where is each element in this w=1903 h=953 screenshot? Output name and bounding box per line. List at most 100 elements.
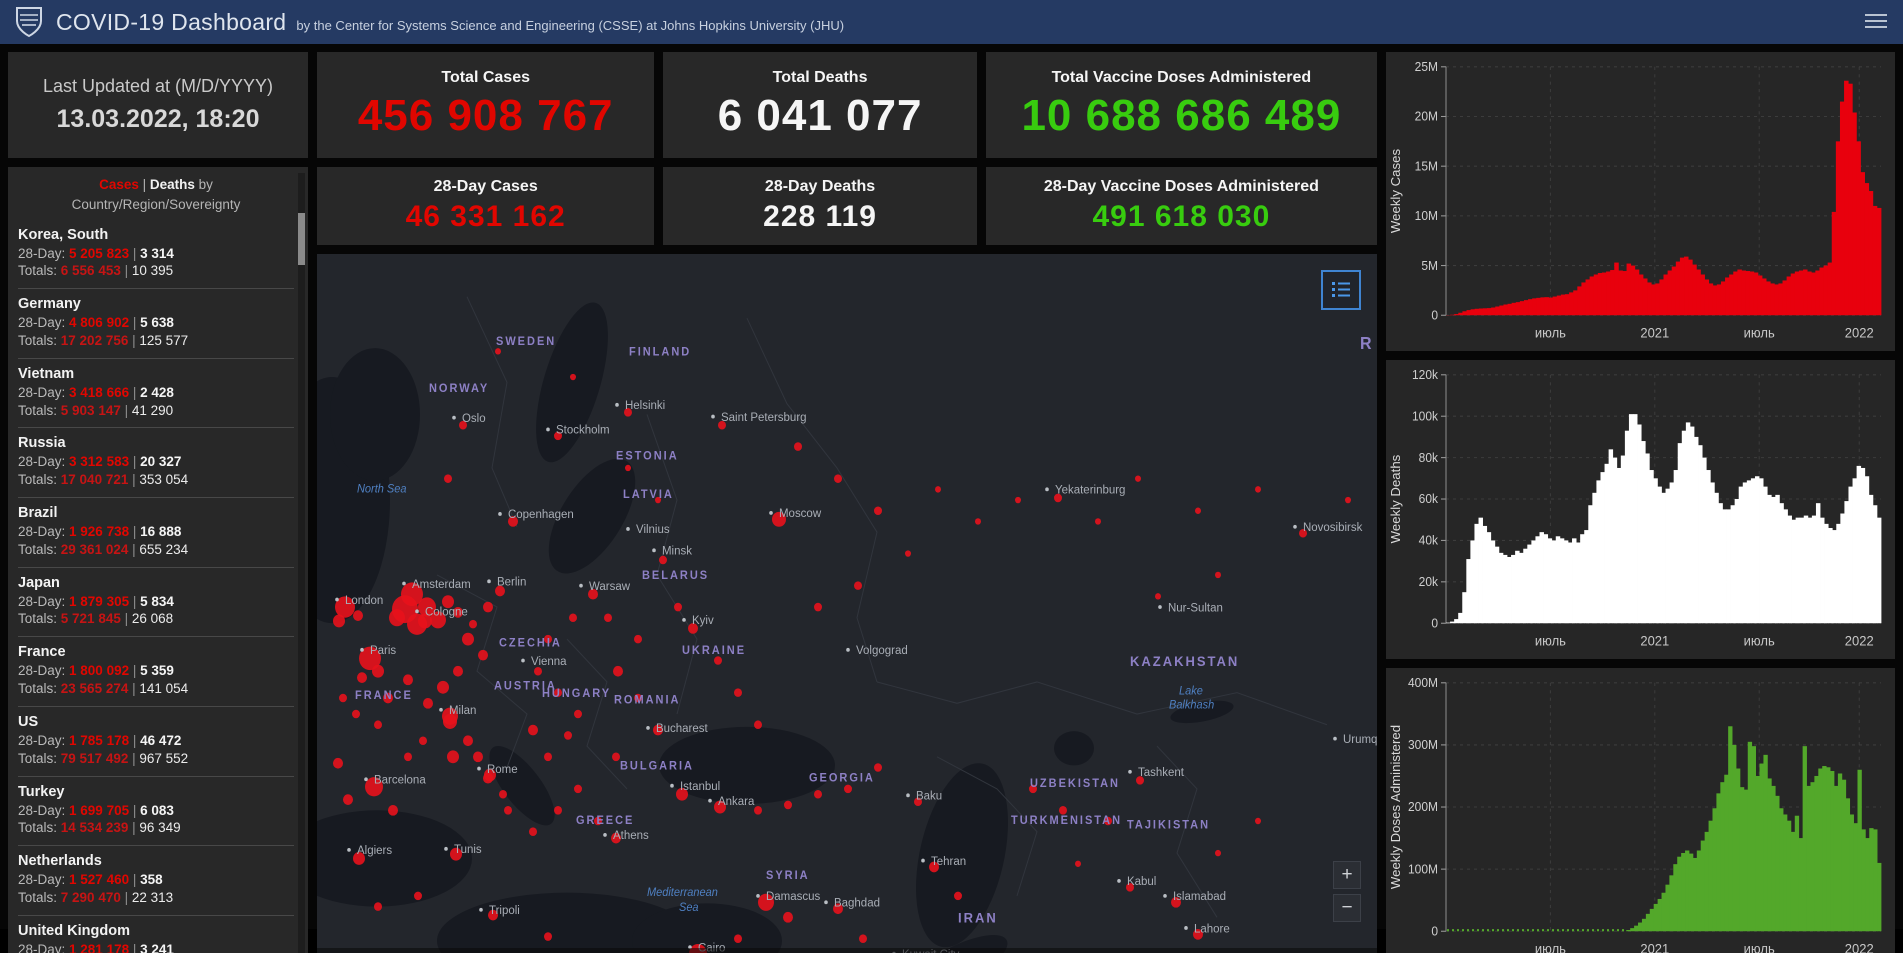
country-28day-line: 28-Day: 1 785 178 | 46 472 — [18, 732, 182, 748]
bar — [1729, 274, 1734, 316]
city-label: Islamabad — [1173, 889, 1226, 903]
weekly-cases-chart[interactable]: 0 5M 10M 15M 20M 25M июль 2021 июль 2022 Weekly Ca… — [1386, 52, 1895, 352]
bar — [1482, 526, 1488, 624]
list-item[interactable]: Japan 28-Day: 1 879 305 | 5 834 Totals: 5 … — [18, 568, 294, 638]
list-item[interactable]: US 28-Day: 1 785 178 | 46 472 Totals: 79 5… — [18, 707, 294, 777]
bar — [1794, 271, 1800, 316]
case-bubble — [388, 804, 398, 816]
water-label: Balkhash — [1169, 699, 1214, 711]
bar — [1860, 172, 1865, 316]
city-label: Athens — [613, 828, 649, 842]
bar — [1498, 553, 1504, 624]
country-totals-line: Totals: 29 361 024 | 655 234 — [18, 541, 189, 557]
bar — [1790, 832, 1796, 932]
list-item[interactable]: Korea, South 28-Day: 5 205 823 | 3 314 Tot… — [18, 220, 294, 290]
list-item[interactable]: France 28-Day: 1 800 092 | 5 359 Totals: 2… — [18, 637, 294, 707]
total-cases-value: 456 908 767 — [357, 91, 614, 140]
list-item[interactable]: Brazil 28-Day: 1 926 738 | 16 888 Totals: … — [18, 498, 294, 568]
bar — [1787, 515, 1792, 624]
city-dot — [479, 907, 483, 912]
list-item[interactable]: Vietnam 28-Day: 3 418 666 | 2 428 Totals: … — [18, 359, 294, 429]
bar — [1720, 782, 1725, 932]
bar — [1527, 544, 1532, 624]
city-dot — [1163, 893, 1167, 898]
list-item[interactable]: Netherlands 28-Day: 1 527 460 | 358 Totals… — [18, 846, 294, 916]
map-panel[interactable]: Oslo Helsinki Saint Petersburg Stockholm Mos… — [317, 254, 1377, 953]
list-item[interactable]: United Kingdom 28-Day: 1 281 178 | 3 241 — [18, 916, 294, 953]
map-canvas[interactable]: Oslo Helsinki Saint Petersburg Stockholm Mos… — [317, 254, 1377, 953]
bar — [1696, 269, 1701, 316]
bar — [1746, 480, 1752, 624]
city-label: Damascus — [766, 889, 820, 903]
bar — [1783, 509, 1788, 624]
zoom-out-button[interactable]: − — [1333, 893, 1361, 922]
city-dot — [1293, 524, 1297, 529]
case-bubble — [444, 474, 452, 483]
bar — [1849, 814, 1854, 932]
list-item[interactable]: Germany 28-Day: 4 806 902 | 5 638 Totals: … — [18, 289, 294, 359]
bar — [1734, 499, 1740, 624]
list-item[interactable]: Turkey 28-Day: 1 699 705 | 6 083 Totals: 1… — [18, 777, 294, 847]
bar — [1845, 798, 1851, 932]
case-bubble — [473, 751, 483, 763]
bar — [1706, 470, 1711, 624]
city-dot — [603, 832, 607, 837]
city-label: Warsaw — [589, 579, 630, 593]
bar — [1503, 304, 1508, 316]
city-label: Ankara — [718, 794, 755, 808]
case-bubble — [1059, 806, 1067, 815]
bar — [1739, 787, 1745, 932]
bar — [1749, 271, 1755, 316]
city-label: Tashkent — [1138, 765, 1185, 779]
zoom-in-button[interactable]: + — [1333, 860, 1361, 889]
bar — [1657, 486, 1662, 624]
country-totals-line: Totals: 5 903 147 | 41 290 — [18, 402, 174, 418]
bar — [1794, 816, 1800, 932]
menu-icon[interactable] — [1865, 14, 1887, 32]
bar — [1696, 850, 1702, 932]
list-item[interactable]: Russia 28-Day: 3 312 583 | 20 327 Totals: … — [18, 428, 294, 498]
y-tick-label: 300M — [1408, 738, 1438, 752]
bar — [1551, 540, 1557, 624]
y-axis-title: Weekly Doses Administered — [1388, 725, 1403, 889]
bar — [1466, 310, 1472, 316]
bar — [1853, 823, 1858, 932]
x-tick-label: 2021 — [1640, 941, 1669, 953]
y-tick-label: 20k — [1419, 575, 1439, 589]
bar — [1559, 538, 1565, 624]
city-dot — [477, 766, 481, 771]
bar — [1655, 283, 1660, 316]
country-scrollbar-thumb[interactable] — [298, 213, 305, 265]
bar — [1798, 838, 1804, 932]
country-panel: Cases | Deaths by Country/Region/Soverei… — [8, 167, 308, 953]
bar — [1869, 828, 1874, 932]
bar — [1704, 279, 1710, 316]
bar — [1837, 773, 1843, 932]
city-label: Kabul — [1127, 874, 1156, 888]
case-bubble — [604, 613, 612, 623]
city-label: Yekaterinburg — [1055, 482, 1125, 496]
country-scrollbar-track[interactable] — [298, 173, 305, 953]
city-dot — [670, 783, 674, 788]
28day-deaths-card: 28-Day Deaths 228 119 — [663, 167, 977, 245]
weekly-doses-chart[interactable]: 0 100M 200M 300M 400M июль 2021 июль 2022 Weekly … — [1386, 668, 1895, 953]
legend-button[interactable] — [1321, 270, 1361, 310]
country-label: NORWAY — [429, 383, 489, 395]
bar — [1634, 926, 1639, 932]
y-axis-title: Weekly Deaths — [1388, 455, 1403, 544]
bar — [1872, 205, 1878, 316]
x-tick-label: июль — [1744, 633, 1775, 648]
country-name: Japan — [18, 574, 60, 591]
bar — [1822, 766, 1827, 932]
country-label: GREECE — [576, 815, 634, 827]
country-label: ESTONIA — [616, 450, 679, 462]
chart-canvas: 0 5M 10M 15M 20M 25M июль 2021 июль 2022 Weekly Ca… — [1388, 60, 1882, 341]
city-label: Tunis — [454, 842, 482, 856]
case-bubble — [357, 672, 367, 683]
country-name: Vietnam — [18, 365, 75, 382]
weekly-deaths-chart[interactable]: 0 20k 40k 60k 80k 100k 120k июль 2021 июль 2022 Wee… — [1386, 360, 1895, 660]
bar — [1502, 555, 1508, 624]
country-totals-line: Totals: 14 534 239 | 96 349 — [18, 820, 181, 836]
case-bubble — [554, 806, 562, 815]
city-label: Bucharest — [656, 721, 708, 735]
